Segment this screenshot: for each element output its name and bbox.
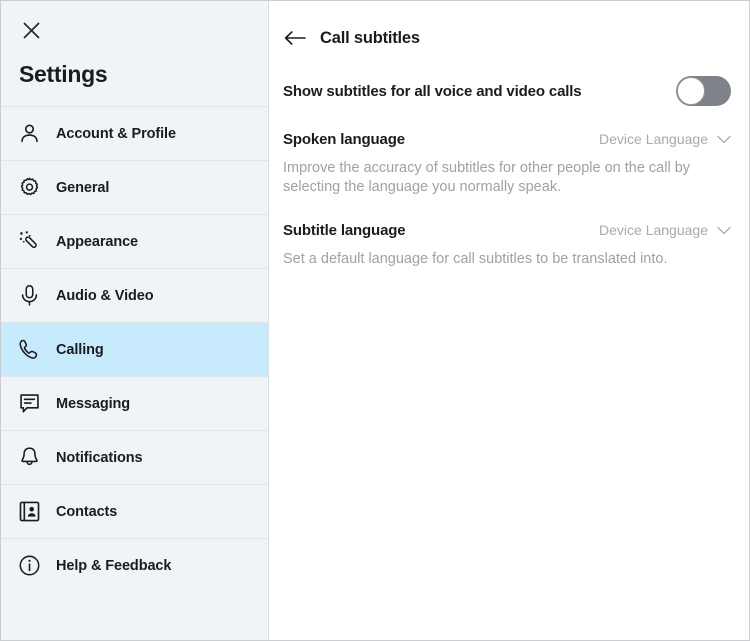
subtitle-language-row: Subtitle language Device Language [283,222,735,239]
settings-window: Settings Account & Profile [0,0,750,641]
sidebar-item-label: Help & Feedback [56,558,171,574]
sidebar-item-appearance[interactable]: Appearance [1,214,268,268]
sidebar-item-messaging[interactable]: Messaging [1,376,268,430]
call-subtitles-panel: Call subtitles Show subtitles for all vo… [269,1,749,640]
sidebar-item-label: Notifications [56,450,143,466]
subtitle-language-dropdown[interactable]: Device Language [599,222,735,238]
chat-bubble-icon [16,391,42,417]
spoken-language-description: Improve the accuracy of subtitles for ot… [283,159,725,197]
sidebar-item-notifications[interactable]: Notifications [1,430,268,484]
phone-icon [16,337,42,363]
sidebar-empty-space [1,592,268,640]
sidebar-item-label: Contacts [56,504,117,520]
subtitle-language-description: Set a default language for call subtitle… [283,250,725,269]
subtitle-language-block: Subtitle language Device Language Set a … [283,222,735,269]
chevron-down-icon [717,135,731,144]
settings-title: Settings [19,61,248,88]
sidebar-item-calling[interactable]: Calling [1,322,268,376]
settings-sidebar: Settings Account & Profile [1,1,269,640]
sidebar-item-label: Audio & Video [56,288,154,304]
show-subtitles-row: Show subtitles for all voice and video c… [283,76,735,106]
spoken-language-dropdown[interactable]: Device Language [599,131,735,147]
sidebar-header: Settings [1,1,268,106]
panel-header: Call subtitles [283,1,735,57]
arrow-left-icon[interactable] [283,26,307,50]
show-subtitles-toggle[interactable] [676,76,731,106]
close-icon[interactable] [18,17,44,43]
sidebar-item-label: Calling [56,342,104,358]
sidebar-item-help-feedback[interactable]: Help & Feedback [1,538,268,592]
sidebar-item-audio-video[interactable]: Audio & Video [1,268,268,322]
contact-book-icon [16,499,42,525]
spoken-language-value: Device Language [599,131,708,147]
page-title: Call subtitles [320,29,420,48]
spoken-language-row: Spoken language Device Language [283,131,735,148]
person-icon [16,121,42,147]
sidebar-item-contacts[interactable]: Contacts [1,484,268,538]
spoken-language-label: Spoken language [283,131,405,148]
gear-icon [16,175,42,201]
sidebar-item-label: Messaging [56,396,130,412]
toggle-knob [677,77,705,105]
sidebar-item-label: Account & Profile [56,126,176,142]
chevron-down-icon [717,226,731,235]
show-subtitles-label: Show subtitles for all voice and video c… [283,83,581,100]
sidebar-item-label: Appearance [56,234,138,250]
microphone-icon [16,283,42,309]
subtitle-language-value: Device Language [599,222,708,238]
sidebar-nav: Account & Profile General [1,106,268,592]
magic-wand-icon [16,229,42,255]
subtitle-language-label: Subtitle language [283,222,405,239]
sidebar-item-general[interactable]: General [1,160,268,214]
info-circle-icon [16,553,42,579]
bell-icon [16,445,42,471]
spoken-language-block: Spoken language Device Language Improve … [283,131,735,197]
sidebar-item-label: General [56,180,109,196]
sidebar-item-account-profile[interactable]: Account & Profile [1,106,268,160]
